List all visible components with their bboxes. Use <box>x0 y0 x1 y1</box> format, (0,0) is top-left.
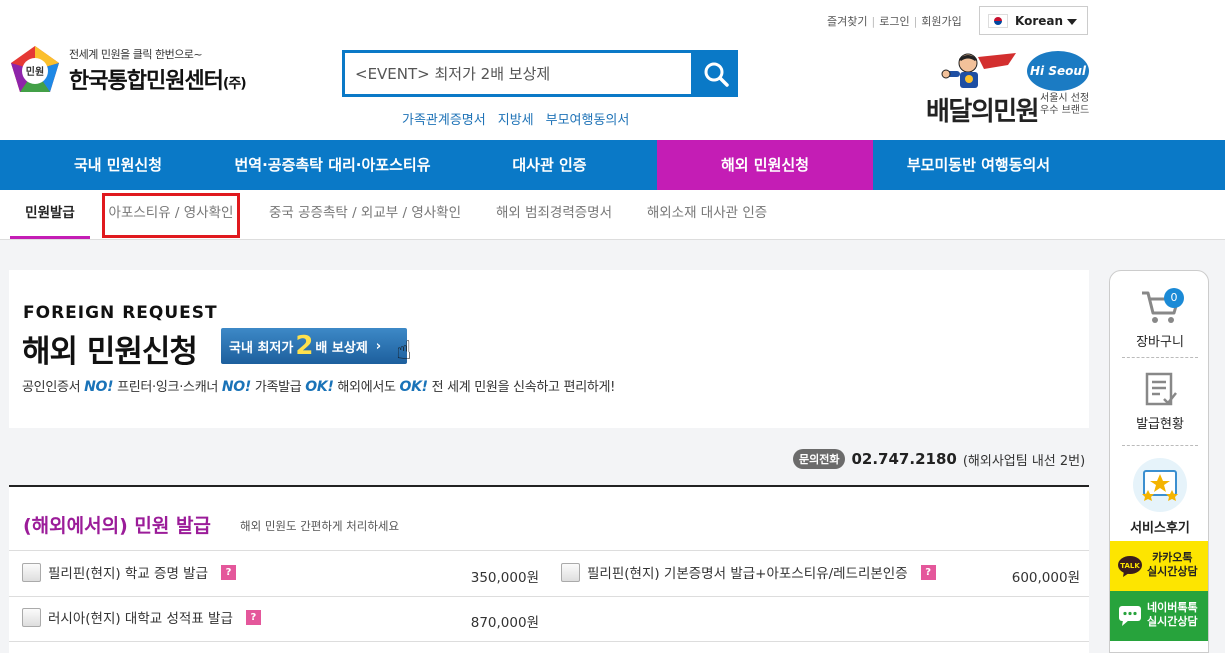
delivery-brand-logo[interactable]: Hi Seoul 배달의민원 서울시 선정 우수 브랜드 <box>924 45 1090 127</box>
search-icon <box>704 62 729 87</box>
row-divider <box>9 596 1089 597</box>
nav-embassy[interactable]: 대사관 인증 <box>472 140 627 190</box>
bookmark-link[interactable]: 즐겨찾기 <box>827 15 867 28</box>
subnav-embassy-cert[interactable]: 해외소재 대사관 인증 <box>640 190 774 239</box>
svg-text:TALK: TALK <box>1120 562 1140 570</box>
naver-talk-icon <box>1119 606 1141 626</box>
logo-mark-text: 민원 <box>26 65 44 78</box>
nav-parent-consent[interactable]: 부모미동반 여행동의서 <box>873 140 1084 190</box>
top-links: 즐겨찾기 | 로그인 | 회원가입 <box>827 15 962 28</box>
contact-badge: 문의전화 <box>793 449 846 469</box>
logo-brand-name: 한국통합민원센터(주) <box>69 68 247 94</box>
nav-domestic[interactable]: 국내 민원신청 <box>0 140 236 190</box>
item-checkbox[interactable] <box>22 562 41 582</box>
contact-note: (해외사업팀 내선 2번) <box>962 453 1086 469</box>
quick-link-localtax[interactable]: 지방세 <box>498 109 534 128</box>
main-nav: 국내 민원신청 번역·공증촉탁 대리·아포스티유 대사관 인증 해외 민원신청 … <box>0 140 1225 190</box>
contact-info: 문의전화 02.747.2180 (해외사업팀 내선 2번) <box>793 449 1085 469</box>
list-item: 필리핀(현지) 학교 증명 발급 ? <box>22 562 237 582</box>
item-price: 350,000원 <box>470 570 539 586</box>
search-button[interactable] <box>694 50 738 97</box>
row-divider <box>9 641 1089 642</box>
subnav-issue[interactable]: 민원발급 <box>10 190 90 239</box>
help-icon[interactable]: ? <box>920 564 936 580</box>
site-header: 즐겨찾기 | 로그인 | 회원가입 Korean 민원 전세계 민원을 클릭 한번으로~… <box>0 0 1225 140</box>
hiseoul-badge: Hi Seoul <box>1027 51 1089 91</box>
item-price: 870,000원 <box>470 615 539 631</box>
overseas-issue-section: (해외에서의) 민원 발급 해외 민원도 간편하게 처리하세요 필리핀(현지) … <box>9 485 1089 653</box>
language-label: Korean <box>1015 13 1064 28</box>
item-checkbox[interactable] <box>22 607 41 627</box>
kakao-talk-icon: TALK <box>1118 556 1142 577</box>
cart-count-badge: 0 <box>1164 288 1184 308</box>
subnav-china-notary[interactable]: 중국 공증촉탁 / 외교부 / 영사확인 <box>262 190 468 239</box>
review-stars-icon <box>1133 458 1187 512</box>
divider <box>1122 445 1198 446</box>
login-link[interactable]: 로그인 <box>879 15 909 28</box>
item-name: 러시아(현지) 대학교 성적표 발급 <box>48 611 233 627</box>
naver-talk-label: 네이버톡톡 실시간상담 <box>1147 601 1198 628</box>
chevron-right-icon: › <box>375 338 382 354</box>
overseas-banner: FOREIGN REQUEST 해외 민원신청 국내 최저가 2 배 보상제 › ☝… <box>9 270 1089 428</box>
signup-link[interactable]: 회원가입 <box>921 15 961 28</box>
banner-title: 해외 민원신청 <box>22 334 198 370</box>
lowest-price-promo-button[interactable]: 국내 최저가 2 배 보상제 › <box>221 328 407 364</box>
sub-nav: 민원발급 아포스티유 / 영사확인 중국 공증촉탁 / 외교부 / 영사확인 해… <box>0 190 1225 240</box>
kakao-chat-button[interactable]: TALK 카카오톡 실시간상담 <box>1110 541 1208 591</box>
search-input[interactable]: <EVENT> 최저가 2배 보상제 <box>342 50 694 97</box>
service-review-label: 서비스후기 <box>1130 521 1190 536</box>
logo-pentagon-icon: 민원 <box>9 44 61 96</box>
banner-en-title: FOREIGN REQUEST <box>23 303 218 323</box>
logo-slogan: 전세계 민원을 클릭 한번으로~ <box>69 47 203 61</box>
row-divider <box>9 550 1089 551</box>
delivery-brand-text: 배달의민원 <box>926 97 1040 127</box>
divider <box>1122 357 1198 358</box>
issue-status-button[interactable]: 발급현황 <box>1110 371 1208 432</box>
item-price: 600,000원 <box>1011 570 1080 586</box>
superhero-mascot-icon <box>941 53 1016 88</box>
kakao-chat-label: 카카오톡 실시간상담 <box>1147 551 1198 578</box>
quick-link-family[interactable]: 가족관계증명서 <box>402 109 486 128</box>
item-name: 필리핀(현지) 학교 증명 발급 <box>48 566 209 582</box>
list-item: 필리핀(현지) 기본증명서 발급+아포스티유/레드리본인증 ? <box>561 562 936 582</box>
pointing-hand-icon: ☝ <box>396 336 412 366</box>
cart-button[interactable]: 장바구니 <box>1110 287 1208 350</box>
naver-talk-button[interactable]: 네이버톡톡 실시간상담 <box>1110 591 1208 641</box>
korea-flag-icon <box>988 13 1008 28</box>
help-icon[interactable]: ? <box>221 564 237 580</box>
language-select[interactable]: Korean <box>979 6 1088 35</box>
cart-label: 장바구니 <box>1136 335 1184 350</box>
search-input-value: <EVENT> 최저가 2배 보상제 <box>355 65 551 83</box>
quick-menu: 장바구니 0 발급현황 서비스후기 TALK 카카오톡 실시간상담 네이버톡톡 … <box>1109 270 1209 653</box>
delivery-brand-sub: 서울시 선정 우수 브랜드 <box>1040 93 1090 116</box>
subnav-criminal-record[interactable]: 해외 범죄경력증명서 <box>488 190 620 239</box>
caret-down-icon <box>1067 19 1077 25</box>
nav-translation-apostille[interactable]: 번역·공증촉탁 대리·아포스티유 <box>207 140 458 190</box>
document-check-icon <box>1145 372 1177 406</box>
issue-status-label: 발급현황 <box>1136 417 1184 432</box>
item-name: 필리핀(현지) 기본증명서 발급+아포스티유/레드리본인증 <box>587 566 908 582</box>
nav-overseas[interactable]: 해외 민원신청 <box>657 140 873 190</box>
subnav-apostille[interactable]: 아포스티유 / 영사확인 <box>104 190 238 239</box>
service-review-button[interactable]: 서비스후기 <box>1110 457 1208 536</box>
help-icon[interactable]: ? <box>245 609 261 625</box>
quick-link-parent-consent[interactable]: 부모여행동의서 <box>546 109 630 128</box>
site-logo[interactable]: 민원 전세계 민원을 클릭 한번으로~ 한국통합민원센터(주) <box>9 44 247 96</box>
contact-number: 02.747.2180 <box>851 450 957 468</box>
quick-links: 가족관계증명서 지방세 부모여행동의서 <box>402 109 629 128</box>
section-title: (해외에서의) 민원 발급 <box>23 515 211 537</box>
section-subtitle: 해외 민원도 간편하게 처리하세요 <box>240 519 400 533</box>
item-checkbox[interactable] <box>561 562 580 582</box>
list-item: 러시아(현지) 대학교 성적표 발급 ? <box>22 607 261 627</box>
banner-description: 공인인증서 NO! 프린터·잉크·스캐너 NO! 가족발급 OK! 해외에서도 … <box>22 379 616 395</box>
